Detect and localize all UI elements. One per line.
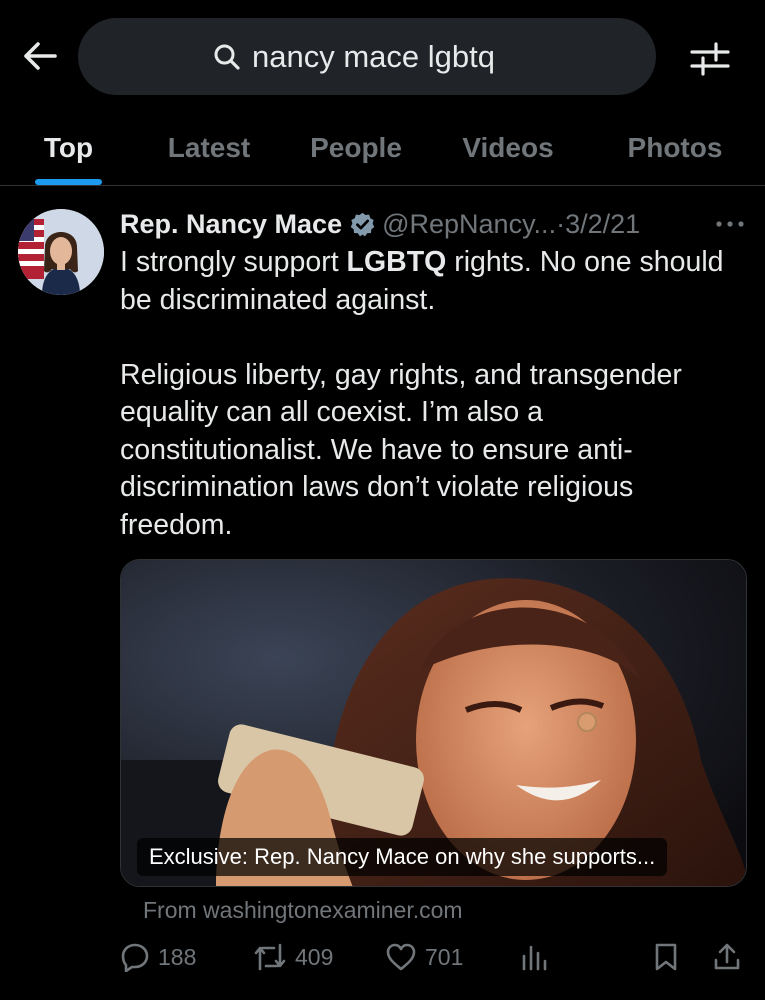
search-header: Top Latest People Videos Photos xyxy=(0,0,765,186)
like-button[interactable]: 701 xyxy=(385,932,463,982)
active-tab-indicator xyxy=(35,179,102,185)
back-button[interactable] xyxy=(18,34,62,78)
search-box[interactable] xyxy=(78,18,656,95)
views-button[interactable] xyxy=(520,932,548,982)
bookmark-icon xyxy=(655,943,677,971)
bookmark-button[interactable] xyxy=(653,932,679,982)
separator-dot: · xyxy=(556,208,566,239)
arrow-left-icon xyxy=(24,42,57,70)
tweet-text: I strongly support LGBTQ rights. No one … xyxy=(120,244,750,544)
tab-photos[interactable]: Photos xyxy=(612,110,738,186)
tweet-header: Rep. Nancy Mace @RepNancy... · 3/2/21 xyxy=(120,204,750,244)
card-caption: Exclusive: Rep. Nancy Mace on why she su… xyxy=(137,838,668,876)
tab-top[interactable]: Top xyxy=(35,110,102,186)
share-icon xyxy=(714,943,740,970)
like-count: 701 xyxy=(425,943,464,970)
sliders-icon xyxy=(690,42,730,76)
repost-icon xyxy=(254,943,286,971)
tweet-date[interactable]: 3/2/21 xyxy=(565,209,640,240)
tab-latest[interactable]: Latest xyxy=(150,110,268,186)
more-options-button[interactable] xyxy=(710,206,750,242)
share-button[interactable] xyxy=(712,932,742,982)
more-dots-icon xyxy=(716,221,744,227)
avatar[interactable] xyxy=(18,209,104,295)
tweet-actions: 188 409 701 xyxy=(0,932,765,982)
link-card[interactable]: Exclusive: Rep. Nancy Mace on why she su… xyxy=(120,559,747,887)
search-filter-button[interactable] xyxy=(686,34,734,82)
reply-count: 188 xyxy=(158,943,197,970)
tab-videos[interactable]: Videos xyxy=(448,110,568,186)
author-handle[interactable]: @RepNancy... xyxy=(382,209,556,240)
author-name[interactable]: Rep. Nancy Mace xyxy=(120,209,342,240)
search-tabs: Top Latest People Videos Photos xyxy=(0,110,765,186)
tweet-paragraph-2: Religious liberty, gay rights, and trans… xyxy=(120,358,682,541)
repost-button[interactable]: 409 xyxy=(253,932,333,982)
repost-count: 409 xyxy=(295,943,334,970)
bar-chart-icon xyxy=(522,945,547,971)
tweet[interactable]: Rep. Nancy Mace @RepNancy... · 3/2/21 I … xyxy=(0,187,765,1000)
heart-icon xyxy=(386,943,416,971)
tab-people[interactable]: People xyxy=(296,110,416,186)
search-input[interactable] xyxy=(252,38,522,75)
search-icon xyxy=(212,42,242,72)
verified-badge-icon xyxy=(349,211,376,238)
tweet-paragraph-1: I strongly support LGBTQ rights. No one … xyxy=(120,246,724,316)
highlighted-term: LGBTQ xyxy=(346,246,447,278)
reply-button[interactable]: 188 xyxy=(120,932,196,982)
card-source[interactable]: From washingtonexaminer.com xyxy=(143,897,463,924)
reply-icon xyxy=(121,943,149,972)
